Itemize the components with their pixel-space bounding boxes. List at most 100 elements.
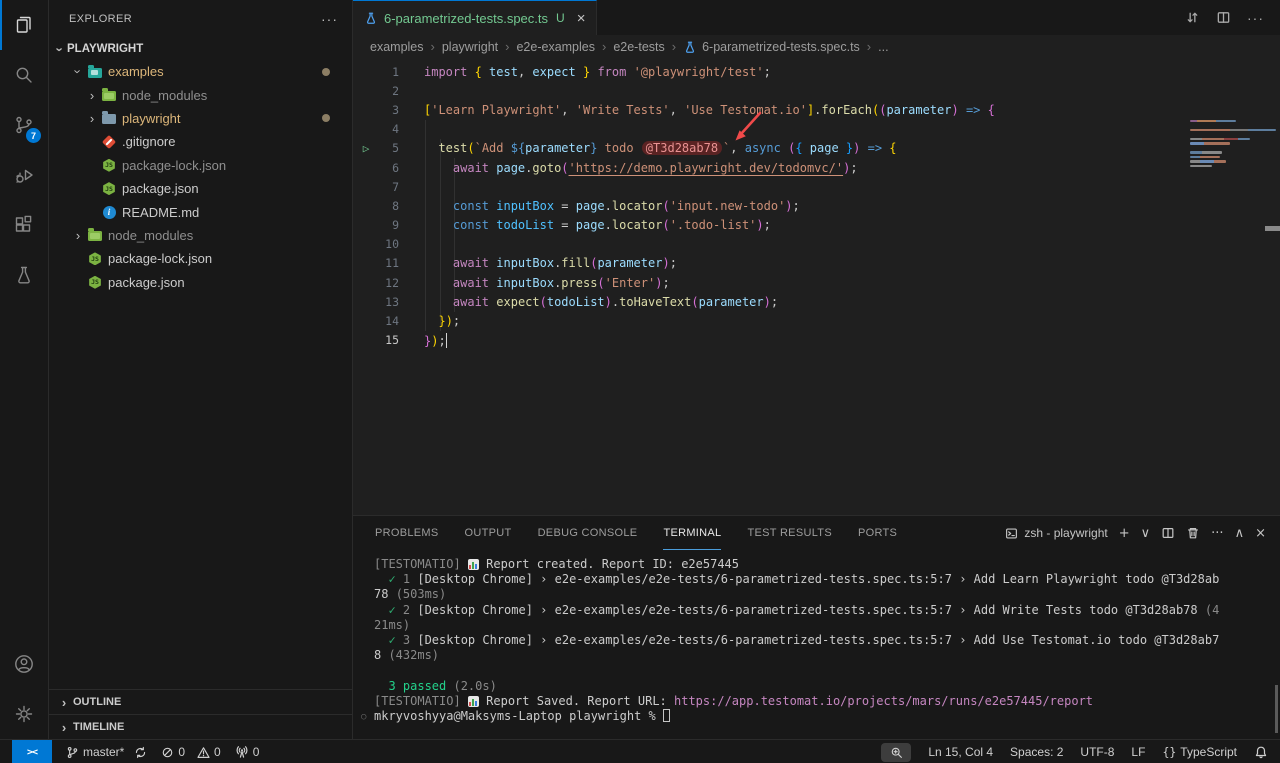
line-number: 13	[379, 295, 399, 309]
terminal[interactable]: [TESTOMATIO] Report created. Report ID: …	[353, 550, 1280, 739]
breadcrumb-item-e2e-tests[interactable]: e2e-tests	[613, 40, 664, 54]
tree-item-package.json[interactable]: ›JSpackage.json	[49, 271, 352, 294]
run-test-icon[interactable]: ▷	[353, 142, 379, 155]
testing-activity-button[interactable]	[0, 250, 48, 300]
code-line-6[interactable]: 6 await page.goto('https://demo.playwrig…	[353, 158, 1280, 177]
line-number: 5	[379, 141, 399, 155]
extensions-activity-button[interactable]	[0, 200, 48, 250]
search-activity-button[interactable]	[0, 50, 48, 100]
zoom-indicator[interactable]	[881, 743, 911, 762]
terminal-scrollbar[interactable]	[1275, 685, 1278, 733]
new-terminal-icon[interactable]: +	[1119, 526, 1130, 541]
code-line-14[interactable]: 14 });	[353, 311, 1280, 330]
code-line-8[interactable]: 8 const inputBox = page.locator('input.n…	[353, 196, 1280, 215]
more-actions-icon[interactable]: ···	[1247, 10, 1264, 26]
close-icon[interactable]: ×	[577, 11, 586, 26]
more-actions-icon[interactable]: ···	[1211, 526, 1223, 541]
drag-handle[interactable]	[1265, 226, 1280, 231]
outline-section[interactable]: › OUTLINE	[49, 689, 352, 714]
branch-icon	[66, 746, 79, 759]
tree-item-playwright[interactable]: ›playwright	[49, 107, 352, 130]
text-cursor	[446, 333, 448, 348]
line-number: 1	[379, 65, 399, 79]
git-branch-item[interactable]: master*	[66, 745, 147, 759]
eol[interactable]: LF	[1131, 745, 1145, 759]
explorer-more-actions-icon[interactable]: ···	[321, 11, 338, 27]
code-line-15[interactable]: 15});	[353, 331, 1280, 350]
code-line-4[interactable]: 4	[353, 120, 1280, 139]
timeline-section[interactable]: › TIMELINE	[49, 714, 352, 739]
breadcrumb-separator-icon: ›	[505, 39, 509, 54]
encoding[interactable]: UTF-8	[1080, 745, 1114, 759]
sync-icon	[134, 746, 147, 759]
flask-icon	[364, 11, 378, 25]
breadcrumb-label: e2e-tests	[613, 40, 664, 54]
close-panel-icon[interactable]: ×	[1255, 526, 1266, 541]
run-debug-activity-button[interactable]	[0, 150, 48, 200]
explorer-activity-button[interactable]	[0, 0, 48, 50]
code-line-9[interactable]: 9 const todoList = page.locator('.todo-l…	[353, 216, 1280, 235]
tree-item-package-lock.json[interactable]: ›JSpackage-lock.json	[49, 247, 352, 270]
code-line-2[interactable]: 2	[353, 81, 1280, 100]
tree-item-node_modules[interactable]: ›node_modules	[49, 224, 352, 247]
line-number: 2	[379, 84, 399, 98]
code-text: const inputBox = page.locator('input.new…	[424, 199, 800, 213]
notifications-bell[interactable]	[1254, 745, 1268, 759]
flask-icon	[683, 40, 697, 54]
settings-button[interactable]	[0, 689, 48, 739]
code-editor[interactable]: 1import { test, expect } from '@playwrig…	[353, 58, 1280, 515]
split-terminal-icon[interactable]	[1161, 526, 1175, 540]
tree-item-package.json[interactable]: ›JSpackage.json	[49, 177, 352, 200]
breadcrumb-item-examples[interactable]: examples	[370, 40, 424, 54]
minimap[interactable]	[1190, 120, 1262, 169]
account-button[interactable]	[0, 639, 48, 689]
code-line-1[interactable]: 1import { test, expect } from '@playwrig…	[353, 62, 1280, 81]
compare-changes-icon[interactable]	[1185, 10, 1200, 25]
code-line-10[interactable]: 10	[353, 235, 1280, 254]
ports-item[interactable]: 0	[235, 745, 260, 759]
cursor-position[interactable]: Ln 15, Col 4	[928, 745, 993, 759]
panel-tab-debug-console[interactable]: DEBUG CONSOLE	[538, 516, 638, 550]
code-line-3[interactable]: 3['Learn Playwright', 'Write Tests', 'Us…	[353, 100, 1280, 119]
panel-tab-output[interactable]: OUTPUT	[465, 516, 512, 550]
line-number: 14	[379, 314, 399, 328]
tree-item-node_modules[interactable]: ›node_modules	[49, 83, 352, 106]
problems-item[interactable]: 0 0	[161, 745, 220, 759]
code-line-7[interactable]: 7	[353, 177, 1280, 196]
remote-indicator[interactable]: ><	[12, 740, 52, 763]
tree-item-package-lock.json[interactable]: ›JSpackage-lock.json	[49, 154, 352, 177]
workspace-root-row[interactable]: › PLAYWRIGHT	[49, 38, 352, 60]
line-number: 9	[379, 218, 399, 232]
chevron-right-icon: ›	[57, 696, 71, 709]
panel-tab-ports[interactable]: PORTS	[858, 516, 897, 550]
panel-tab-test-results[interactable]: TEST RESULTS	[747, 516, 832, 550]
code-line-11[interactable]: 11 await inputBox.fill(parameter);	[353, 254, 1280, 273]
tree-item-README.md[interactable]: ›iREADME.md	[49, 200, 352, 223]
panel-tab-terminal[interactable]: TERMINAL	[663, 516, 721, 550]
terminal-instance-selector[interactable]: zsh - playwright	[1005, 526, 1107, 540]
chevron-up-icon[interactable]: ∧	[1235, 526, 1245, 541]
tree-item-examples[interactable]: ›examples	[49, 60, 352, 83]
code-line-13[interactable]: 13 await expect(todoList).toHaveText(par…	[353, 292, 1280, 311]
chevron-down-icon[interactable]: ∨	[1141, 526, 1151, 541]
language-mode[interactable]: {} TypeScript	[1162, 745, 1237, 759]
minimap-line	[1190, 120, 1236, 122]
breadcrumb-item-6-parametrized-tests.spec.ts[interactable]: 6-parametrized-tests.spec.ts	[683, 40, 860, 54]
code-line-5[interactable]: ▷5 test(`Add ${parameter} todo @T3d28ab7…	[353, 139, 1280, 158]
breadcrumb-item-playwright[interactable]: playwright	[442, 40, 498, 54]
trash-icon[interactable]	[1186, 526, 1200, 540]
split-editor-icon[interactable]	[1216, 10, 1231, 25]
line-number: 11	[379, 256, 399, 270]
tree-item-.gitignore[interactable]: ›.gitignore	[49, 130, 352, 153]
indentation[interactable]: Spaces: 2	[1010, 745, 1063, 759]
tab-spec-file[interactable]: 6-parametrized-tests.spec.ts U ×	[353, 0, 597, 35]
breadcrumb-separator-icon: ›	[431, 39, 435, 54]
chevron-right-icon: ›	[85, 89, 99, 102]
source-control-activity-button[interactable]: 7	[0, 100, 48, 150]
chevron-down-icon: ›	[72, 65, 85, 79]
panel-tab-problems[interactable]: PROBLEMS	[375, 516, 439, 550]
breadcrumb-item-e2e-examples[interactable]: e2e-examples	[516, 40, 595, 54]
breadcrumb-item-...[interactable]: ...	[878, 40, 888, 54]
radio-tower-icon	[235, 745, 249, 759]
code-line-12[interactable]: 12 await inputBox.press('Enter');	[353, 273, 1280, 292]
